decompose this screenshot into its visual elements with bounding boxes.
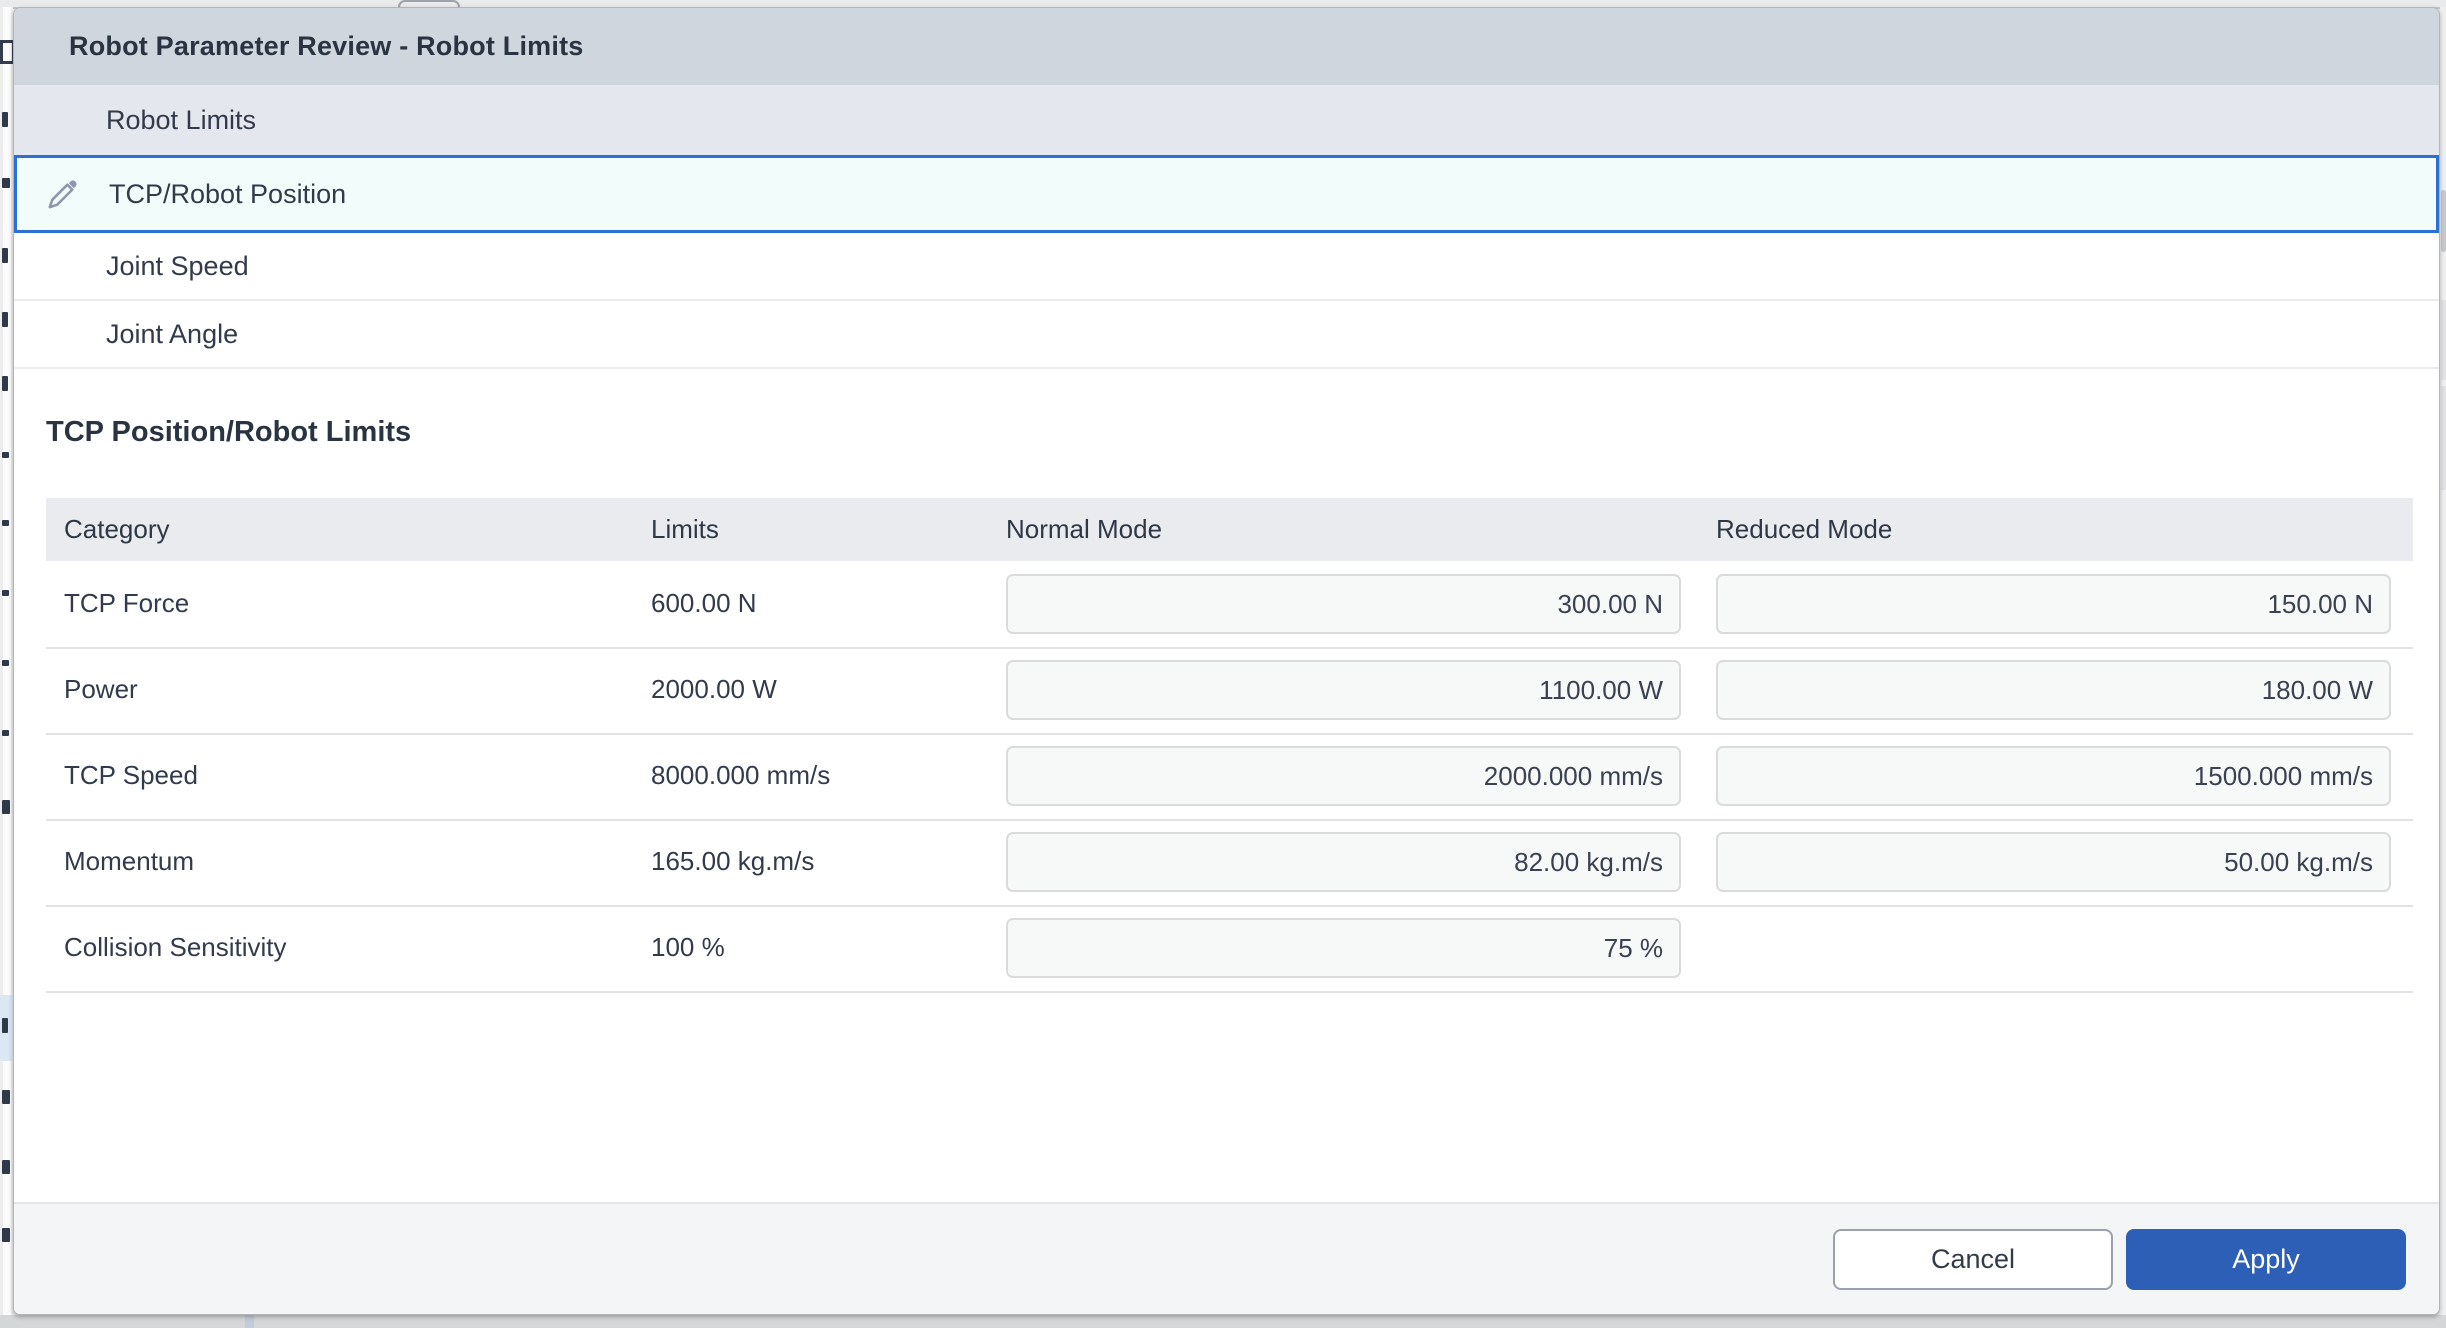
- background-text-fragment: [2, 452, 9, 458]
- category-label: TCP Force: [64, 561, 189, 645]
- cancel-button[interactable]: Cancel: [1833, 1229, 2113, 1290]
- nav-item-joint-speed[interactable]: Joint Speed: [14, 233, 2439, 301]
- background-text-fragment: [2, 520, 9, 526]
- background-bottom-fragment: [245, 1315, 254, 1328]
- table-row: TCP Speed 8000.000 mm/s: [46, 733, 2413, 821]
- nav-item-label: TCP/Robot Position: [109, 179, 346, 210]
- table-row: Collision Sensitivity 100 %: [46, 905, 2413, 993]
- section-title: TCP Position/Robot Limits: [46, 416, 411, 449]
- dialog-title: Robot Parameter Review - Robot Limits: [69, 31, 583, 62]
- column-header-reduced-mode: Reduced Mode: [1716, 498, 1892, 561]
- background-text-fragment: [2, 312, 8, 327]
- normal-mode-input[interactable]: [1006, 746, 1681, 806]
- background-text-fragment: [2, 800, 10, 814]
- background-left-column: [3, 7, 11, 1328]
- table-row: Power 2000.00 W: [46, 647, 2413, 735]
- limit-value: 600.00 N: [651, 561, 757, 645]
- background-text-fragment: [2, 590, 9, 596]
- nav-item-label: Robot Limits: [106, 105, 256, 136]
- category-label: Momentum: [64, 819, 194, 903]
- reduced-mode-input[interactable]: [1716, 660, 2391, 720]
- table-header-row: Category Limits Normal Mode Reduced Mode: [46, 498, 2413, 561]
- limit-value: 100 %: [651, 905, 725, 989]
- category-label: Collision Sensitivity: [64, 905, 287, 989]
- dialog-titlebar: Robot Parameter Review - Robot Limits: [14, 8, 2439, 85]
- background-text-fragment: [2, 660, 9, 666]
- column-header-category: Category: [64, 498, 170, 561]
- column-header-normal-mode: Normal Mode: [1006, 498, 1162, 561]
- dialog-footer: Cancel Apply: [14, 1202, 2439, 1314]
- reduced-mode-input[interactable]: [1716, 746, 2391, 806]
- reduced-mode-input[interactable]: [1716, 832, 2391, 892]
- table-row: Momentum 165.00 kg.m/s: [46, 819, 2413, 907]
- nav-item-label: Joint Speed: [106, 251, 249, 282]
- column-header-limits: Limits: [651, 498, 719, 561]
- reduced-mode-input[interactable]: [1716, 574, 2391, 634]
- nav-item-robot-limits[interactable]: Robot Limits: [14, 85, 2439, 155]
- background-scrollbar-thumb[interactable]: [2441, 190, 2446, 252]
- category-label: Power: [64, 647, 138, 731]
- background-text-fragment: [2, 730, 9, 736]
- edit-pencil-icon: [17, 176, 109, 212]
- apply-button[interactable]: Apply: [2126, 1229, 2406, 1290]
- background-bottom-strip: [0, 1315, 2446, 1328]
- background-text-fragment: [2, 178, 10, 188]
- background-text-fragment: [2, 1228, 10, 1242]
- normal-mode-input[interactable]: [1006, 574, 1681, 634]
- limit-value: 8000.000 mm/s: [651, 733, 830, 817]
- normal-mode-input[interactable]: [1006, 832, 1681, 892]
- limit-value: 2000.00 W: [651, 647, 777, 731]
- background-right-fragment: [2441, 386, 2446, 490]
- nav-item-joint-angle[interactable]: Joint Angle: [14, 301, 2439, 369]
- category-label: TCP Speed: [64, 733, 198, 817]
- background-text-fragment: [2, 112, 8, 127]
- limit-value: 165.00 kg.m/s: [651, 819, 814, 903]
- normal-mode-input[interactable]: [1006, 660, 1681, 720]
- nav-item-tcp-robot-position[interactable]: TCP/Robot Position: [14, 155, 2439, 233]
- nav-item-label: Joint Angle: [106, 319, 238, 350]
- background-text-fragment: [2, 376, 8, 391]
- background-text-fragment: [2, 1090, 10, 1104]
- background-text-fragment: [2, 248, 8, 263]
- background-text-fragment: [2, 1160, 10, 1174]
- background-text-fragment: [2, 1018, 8, 1033]
- table-row: TCP Force 600.00 N: [46, 561, 2413, 649]
- normal-mode-input[interactable]: [1006, 918, 1681, 978]
- background-right-fragment: [2441, 300, 2446, 380]
- robot-parameter-review-dialog: Robot Parameter Review - Robot Limits Ro…: [13, 7, 2440, 1315]
